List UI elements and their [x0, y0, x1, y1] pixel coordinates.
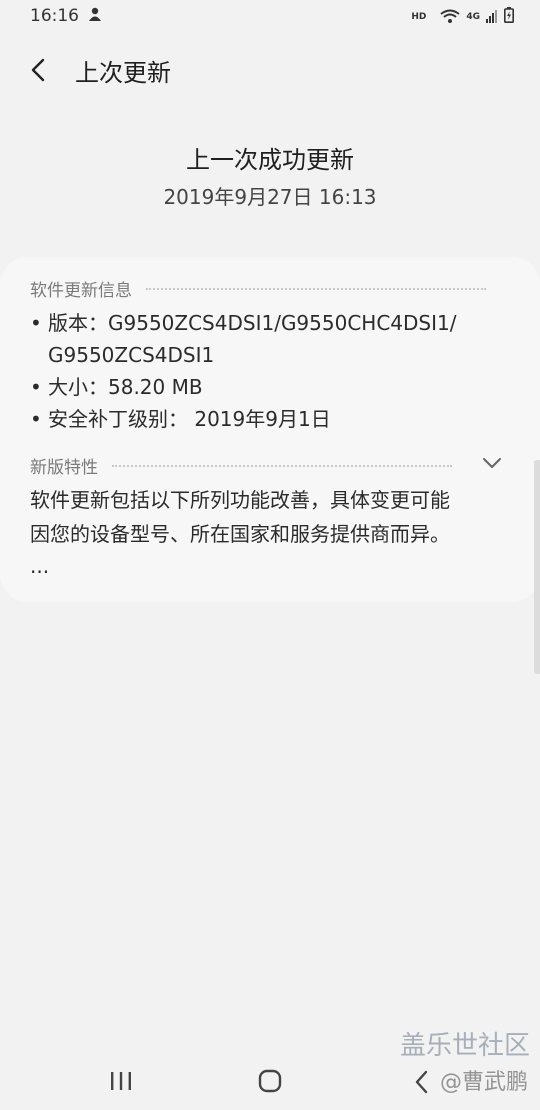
security-patch-text: 安全补丁级别： 2019年9月1日 [48, 407, 331, 431]
more-ellipsis: ... [30, 554, 50, 578]
features-description: 软件更新包括以下所列功能改善，具体变更可能 因您的设备型号、所在国家和服务提供商… [30, 483, 515, 551]
notification-icon [88, 6, 102, 26]
list-item: • 大小：58.20 MB [30, 371, 510, 403]
update-info-card: 软件更新信息 • 版本：G9550ZCS4DSI1/G9550CHC4DSI1/… [0, 257, 540, 602]
version-text: 版本：G9550ZCS4DSI1/G9550CHC4DSI1/ [48, 311, 457, 335]
size-text: 大小：58.20 MB [48, 375, 203, 399]
last-update-title: 上一次成功更新 [186, 146, 354, 174]
chevron-left-icon [31, 58, 45, 82]
recent-apps-icon[interactable] [108, 1070, 134, 1092]
app-bar: 上次更新 [0, 40, 540, 100]
last-update-date: 2019年9月27日 16:13 [163, 185, 377, 209]
features-line: 软件更新包括以下所列功能改善，具体变更可能 [30, 488, 450, 512]
features-section-label: 新版特性 [30, 458, 98, 478]
list-item: • 版本：G9550ZCS4DSI1/G9550CHC4DSI1/ [30, 307, 510, 339]
info-list: • 版本：G9550ZCS4DSI1/G9550CHC4DSI1/ G9550Z… [30, 307, 510, 435]
battery-icon [504, 7, 514, 27]
status-icons: HD 4G [411, 7, 514, 27]
features-line: 因您的设备型号、所在国家和服务提供商而异。 [30, 522, 450, 546]
section-divider [146, 287, 486, 290]
network-type: 4G [466, 12, 480, 22]
back-button[interactable] [20, 52, 56, 88]
hd-indicator: HD [411, 12, 427, 22]
chevron-down-icon[interactable] [482, 456, 502, 470]
page-title: 上次更新 [75, 59, 171, 87]
watermark-author: @曹武鹏 [439, 1070, 528, 1095]
features-section-header[interactable]: 新版特性 [30, 453, 452, 478]
info-section-header: 软件更新信息 [30, 276, 486, 301]
home-icon[interactable] [258, 1069, 282, 1093]
wifi-icon [440, 8, 460, 27]
back-nav-icon[interactable] [412, 1069, 432, 1095]
list-item: G9550ZCS4DSI1 [30, 339, 510, 371]
status-bar: 16:16 HD 4G [0, 0, 540, 34]
section-divider [112, 464, 452, 467]
status-time: 16:16 [30, 6, 79, 26]
watermark-text: 盖乐世社区 [399, 1031, 530, 1061]
signal-icon [486, 8, 498, 27]
list-item: • 安全补丁级别： 2019年9月1日 [30, 403, 510, 435]
info-section-label: 软件更新信息 [30, 281, 132, 301]
version-text-cont: G9550ZCS4DSI1 [48, 343, 215, 367]
edge-panel-handle[interactable] [534, 460, 540, 674]
